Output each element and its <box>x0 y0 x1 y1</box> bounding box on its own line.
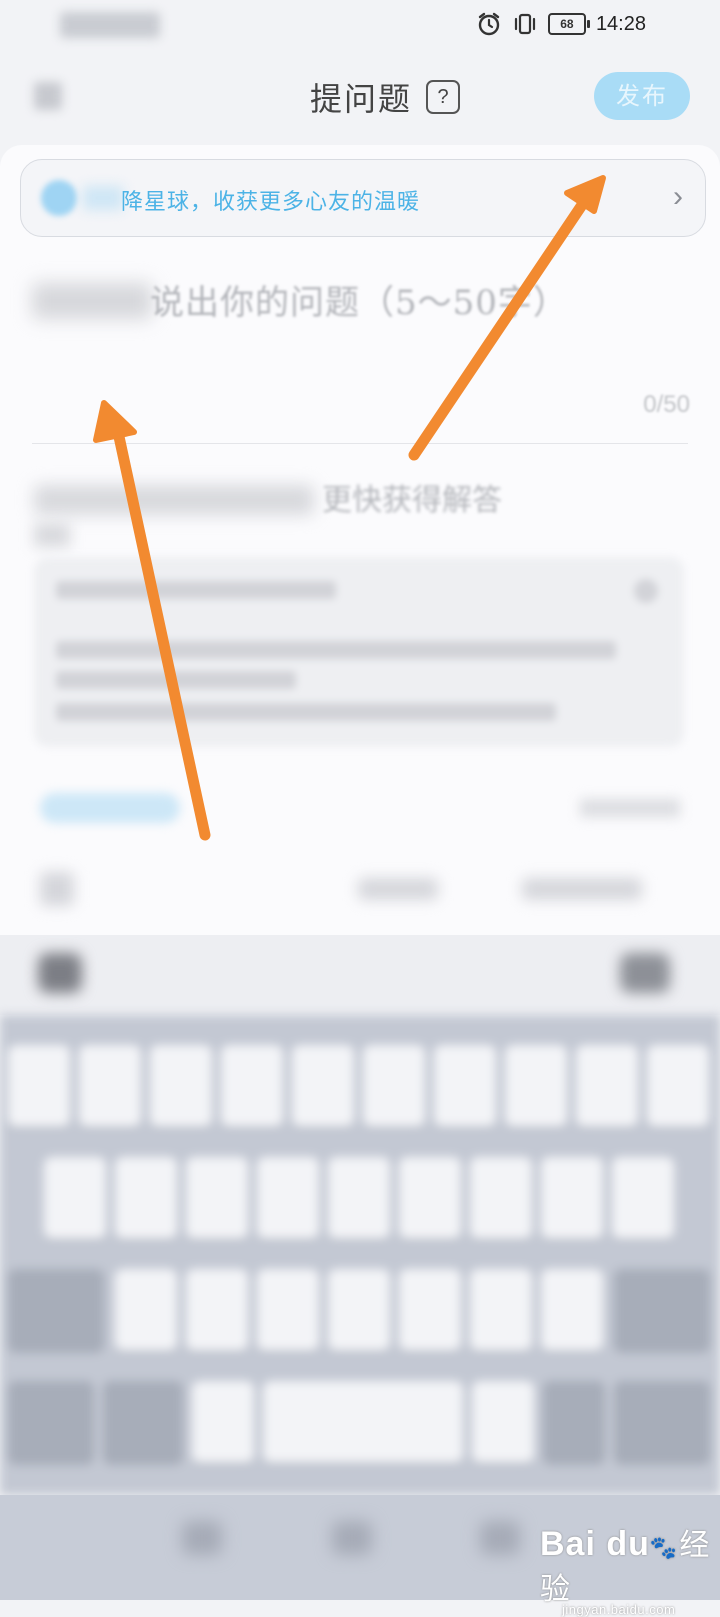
keyboard-hide-icon[interactable] <box>620 953 670 993</box>
key[interactable] <box>150 1045 212 1127</box>
shift-key[interactable] <box>8 1269 104 1351</box>
key[interactable] <box>257 1269 319 1351</box>
soft-keyboard[interactable] <box>0 1015 720 1495</box>
key[interactable] <box>328 1269 390 1351</box>
battery-icon: 68 <box>547 13 590 35</box>
tool-option-2[interactable] <box>522 878 642 900</box>
key[interactable] <box>612 1157 674 1239</box>
key[interactable] <box>186 1157 248 1239</box>
key[interactable] <box>44 1157 106 1239</box>
nav-home-icon[interactable] <box>332 1521 372 1555</box>
nav-recent-icon[interactable] <box>480 1521 520 1555</box>
key[interactable] <box>363 1045 425 1127</box>
key[interactable] <box>399 1269 461 1351</box>
chevron-right-icon: › <box>673 180 683 213</box>
divider <box>32 443 688 444</box>
key[interactable] <box>470 1157 532 1239</box>
enter-key[interactable] <box>614 1381 710 1463</box>
numbers-key[interactable] <box>103 1381 183 1463</box>
char-counter: 0/50 <box>643 391 690 418</box>
keyboard-menu-icon[interactable] <box>38 953 82 993</box>
comma-key[interactable] <box>192 1381 254 1463</box>
key[interactable] <box>399 1157 461 1239</box>
vibrate-icon <box>512 11 538 37</box>
space-key[interactable] <box>263 1381 463 1463</box>
example-card <box>34 557 684 747</box>
key[interactable] <box>8 1045 70 1127</box>
key[interactable] <box>115 1269 177 1351</box>
status-bar: 68 14:28 <box>0 0 720 50</box>
banner-text: 降星球，收获更多心友的温暖 <box>121 190 421 215</box>
key[interactable] <box>221 1045 283 1127</box>
publish-button[interactable]: 发布 <box>594 72 690 120</box>
topic-tag[interactable] <box>40 793 180 823</box>
status-time: 14:28 <box>595 12 646 35</box>
backspace-key[interactable] <box>614 1269 710 1351</box>
key[interactable] <box>79 1045 141 1127</box>
key[interactable] <box>292 1045 354 1127</box>
key[interactable] <box>541 1269 603 1351</box>
question-input[interactable]: 说出你的问题（5～50字） <box>150 275 568 324</box>
tool-row <box>0 862 720 922</box>
close-icon[interactable] <box>634 579 658 603</box>
planet-icon <box>41 180 77 216</box>
language-key[interactable] <box>543 1381 605 1463</box>
top-bar: 提问题 ? 发布 <box>0 60 720 140</box>
status-right-group: 68 14:28 <box>476 10 646 38</box>
battery-level: 68 <box>560 17 574 31</box>
key[interactable] <box>541 1157 603 1239</box>
back-icon[interactable] <box>34 82 62 110</box>
keyboard-toolbar <box>0 935 720 1015</box>
hint-text: 更快获得解答 <box>322 483 502 518</box>
tool-option-1[interactable] <box>358 878 438 900</box>
key[interactable] <box>434 1045 496 1127</box>
question-form: 降星球，收获更多心友的温暖 › 说出你的问题（5～50字） 0/50 更快获得解… <box>0 145 720 945</box>
watermark-logo-text: Bai du <box>540 1525 650 1563</box>
status-notifications-blurred <box>60 12 160 38</box>
paw-icon: 🐾 <box>649 1536 678 1561</box>
watermark-url: jingyan.baidu.com <box>562 1602 676 1617</box>
period-key[interactable] <box>472 1381 534 1463</box>
question-placeholder-blurred-lead <box>32 283 152 319</box>
page-title: 提问题 <box>310 80 413 118</box>
tag-right-text <box>580 799 680 817</box>
help-icon[interactable]: ? <box>426 80 460 114</box>
baidu-jingyan-watermark: Bai du🐾经验 jingyan.baidu.com <box>540 1520 720 1617</box>
key[interactable] <box>505 1045 567 1127</box>
hint-blurred-lead <box>34 485 314 515</box>
alarm-icon <box>476 11 502 37</box>
key[interactable] <box>328 1157 390 1239</box>
planet-banner[interactable]: 降星球，收获更多心友的温暖 › <box>20 159 706 237</box>
key[interactable] <box>470 1269 532 1351</box>
key[interactable] <box>115 1157 177 1239</box>
nav-back-icon[interactable] <box>182 1521 222 1555</box>
key[interactable] <box>647 1045 709 1127</box>
key[interactable] <box>576 1045 638 1127</box>
symbols-key[interactable] <box>8 1381 94 1463</box>
key[interactable] <box>257 1157 319 1239</box>
image-icon[interactable] <box>40 872 74 906</box>
key[interactable] <box>186 1269 248 1351</box>
